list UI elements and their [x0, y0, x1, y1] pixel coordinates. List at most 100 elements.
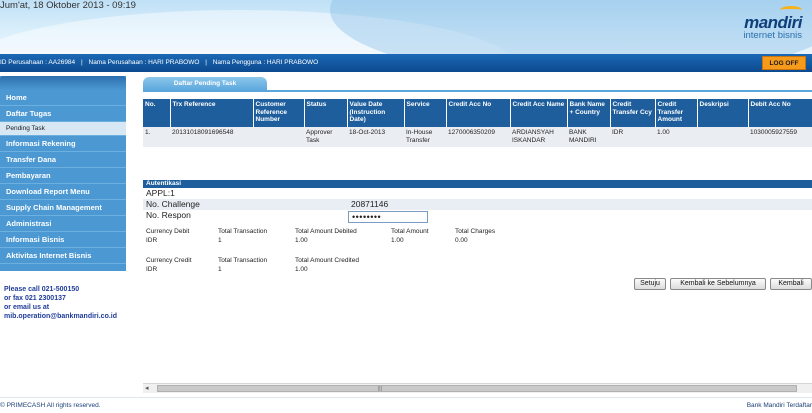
contact-email-label: or email us at: [4, 304, 50, 311]
sidebar-nav: Home Daftar Tugas Pending Task Informasi…: [0, 76, 126, 271]
column-header: Service: [404, 99, 447, 127]
column-header: Credit Acc Name: [510, 99, 568, 127]
date-time: Jum'at, 18 Oktober 2013 - 09:19: [0, 0, 136, 11]
table-cell: IDR: [610, 127, 655, 147]
mandiri-logo: mandiri internet bisnis: [743, 6, 802, 41]
sidebar-item-transfer-dana[interactable]: Transfer Dana: [0, 152, 126, 168]
company-id: ID Perusahaan : AA26984: [0, 59, 76, 66]
total-credited-value: 1.00: [295, 266, 308, 273]
setuju-button[interactable]: Setuju: [634, 278, 666, 290]
footer: © PRIMECASH All rights reserved. Bank Ma…: [0, 397, 812, 413]
contact-phone: Please call 021-500150: [4, 286, 80, 293]
total-transaction-value: 1: [218, 237, 222, 244]
table-cell: BANK MANDIRI: [567, 127, 610, 147]
table-header-row: No. Trx Reference Customer Reference Num…: [143, 99, 812, 127]
auth-challenge-row: No. Challenge 20871146: [143, 199, 812, 210]
sidebar-item-pembayaran[interactable]: Pembayaran: [0, 168, 126, 184]
currency-debit-label: Currency Debit: [146, 228, 190, 235]
separator: |: [205, 59, 207, 66]
user-info-bar: ID Perusahaan : AA26984 | Nama Perusahaa…: [0, 54, 812, 72]
table-cell: 1.00: [655, 127, 697, 147]
copyright: © PRIMECASH All rights reserved.: [0, 402, 101, 409]
tab-daftar-pending-task[interactable]: Daftar Pending Task: [143, 77, 267, 91]
column-header: Credit Acc No: [446, 99, 511, 127]
total-charges-value: 0.00: [455, 237, 468, 244]
contact-fax: or fax 021 2300137: [4, 295, 66, 302]
separator: |: [80, 59, 83, 66]
table-cell: In-House Transfer: [404, 127, 446, 147]
logo-arc-icon: [780, 6, 802, 14]
column-header: Debit Acc No: [748, 99, 812, 127]
authentication-panel: Autentikasi APPL:1 No. Challenge 2087114…: [143, 180, 812, 223]
auth-title: Autentikasi: [143, 180, 812, 188]
column-header: Deskripsi: [697, 99, 749, 127]
auth-respon-row: No. Respon ••••••••: [143, 210, 812, 223]
column-header: Value Date (Instruction Date): [347, 99, 405, 127]
table-cell: 1270006350209: [446, 127, 510, 147]
tab-underline: [143, 90, 812, 92]
currency-credit-value: IDR: [146, 266, 158, 273]
sidebar-item-informasi-bisnis[interactable]: Informasi Bisnis: [0, 232, 126, 248]
respon-label: No. Respon: [146, 210, 191, 220]
column-header: Credit Transfer Ccy: [610, 99, 656, 127]
table-cell: [697, 127, 748, 147]
column-header: Customer Reference Number: [253, 99, 305, 127]
scroll-grip-icon: |||: [378, 386, 382, 392]
auth-appl-row: APPL:1: [143, 188, 812, 199]
table-row[interactable]: 1. 20131018091696548 Approver Task 18-Oc…: [143, 127, 812, 147]
total-amount-value: 1.00: [391, 237, 404, 244]
table-cell: 1030005927559: [748, 127, 812, 147]
pending-task-table: No. Trx Reference Customer Reference Num…: [143, 99, 812, 147]
horizontal-scrollbar[interactable]: ◂ |||: [143, 383, 812, 393]
brand-subtitle: internet bisnis: [743, 30, 802, 41]
credit-summary: Currency Credit IDR Total Transaction 1 …: [143, 257, 812, 277]
kembali-button[interactable]: Kembali: [770, 278, 812, 290]
header-banner: Jum'at, 18 Oktober 2013 - 09:19 mandiri …: [0, 0, 812, 54]
sidebar-item-download-report[interactable]: Download Report Menu: [0, 184, 126, 200]
sidebar-item-aktivitas[interactable]: Aktivitas Internet Bisnis: [0, 248, 126, 264]
table-cell: 18-Oct-2013: [347, 127, 404, 147]
footer-registered: Bank Mandiri Terdaftar: [746, 402, 812, 409]
column-header: No.: [143, 99, 171, 127]
sidebar-cap: [0, 76, 126, 90]
total-charges-label: Total Charges: [455, 228, 496, 235]
table-cell: 20131018091696548: [170, 127, 253, 147]
total-amount-label: Total Amount: [391, 228, 429, 235]
total-credited-label: Total Amount Credited: [295, 257, 359, 264]
challenge-label: No. Challenge: [146, 199, 200, 209]
contact-email[interactable]: mib.operation@bankmandiri.co.id: [4, 312, 128, 321]
logoff-button[interactable]: LOG OFF: [762, 56, 806, 70]
total-debited-label: Total Amount Debited: [295, 228, 357, 235]
currency-credit-label: Currency Credit: [146, 257, 192, 264]
total-debited-value: 1.00: [295, 237, 308, 244]
scroll-left-icon[interactable]: ◂: [145, 384, 149, 393]
banner-wave: [330, 0, 812, 54]
table-cell: ARDIANSYAH ISKANDAR: [510, 127, 567, 147]
sidebar-item-informasi-rekening[interactable]: Informasi Rekening: [0, 136, 126, 152]
contact-info: Please call 021-500150 or fax 021 230013…: [4, 285, 128, 321]
debit-summary: Currency Debit IDR Total Transaction 1 T…: [143, 228, 812, 248]
column-header: Credit Transfer Amount: [655, 99, 698, 127]
column-header: Status: [304, 99, 348, 127]
total-transaction-value: 1: [218, 266, 222, 273]
table-cell: 1.: [143, 127, 170, 147]
table-cell: Approver Task: [304, 127, 347, 147]
total-transaction-label: Total Transaction: [218, 228, 268, 235]
column-header: Bank Name + Country: [567, 99, 611, 127]
table-cell: [253, 127, 304, 147]
appl-label: APPL:1: [146, 188, 175, 198]
currency-debit-value: IDR: [146, 237, 158, 244]
challenge-value: 20871146: [351, 199, 389, 209]
kembali-sebelumnya-button[interactable]: Kembali ke Sebelumnya: [670, 278, 766, 290]
sidebar-item-daftar-tugas[interactable]: Daftar Tugas: [0, 106, 126, 122]
sidebar-item-home[interactable]: Home: [0, 90, 126, 106]
total-transaction-label: Total Transaction: [218, 257, 268, 264]
sidebar-item-supply-chain[interactable]: Supply Chain Management: [0, 200, 126, 216]
sidebar-item-pending-task[interactable]: Pending Task: [0, 122, 126, 136]
user-name: Nama Pengguna : HARI PRABOWO: [212, 59, 319, 66]
respon-password-input[interactable]: ••••••••: [348, 211, 428, 223]
company-name: Nama Perusahaan : HARI PRABOWO: [88, 59, 200, 66]
column-header: Trx Reference: [170, 99, 254, 127]
scrollbar-thumb[interactable]: |||: [157, 385, 797, 392]
sidebar-item-administrasi[interactable]: Administrasi: [0, 216, 126, 232]
